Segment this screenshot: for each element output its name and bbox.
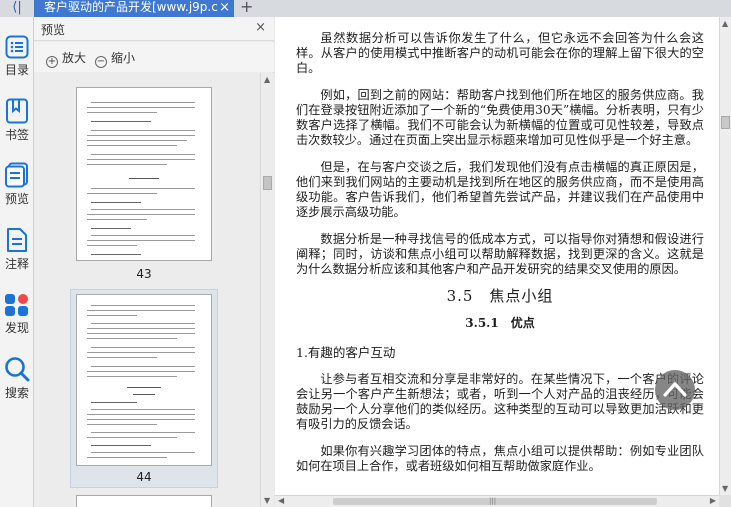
document-horizontal-scrollbar[interactable]: ◀ ||| ▶ [275, 495, 719, 507]
back-to-top-button[interactable] [655, 370, 695, 410]
toolbar-label-discover: 发现 [4, 321, 29, 335]
scroll-up-icon[interactable]: ▲ [264, 75, 270, 84]
toolbar-label-notes: 注释 [4, 257, 29, 271]
item-title: 1.有趣的客户互动 [296, 345, 396, 360]
thumbnail-page-next[interactable] [76, 495, 212, 507]
preview-panel: 预览 × + 放大 − 缩小 43 44 ▲ ▼ [34, 17, 274, 507]
tab-document[interactable]: 客户驱动的产品开发[www.j9p.c × [34, 0, 234, 17]
scroll-up-icon[interactable]: ▲ [722, 19, 728, 28]
toolbar-label-toc: 目录 [4, 63, 29, 77]
zoom-out-label: 缩小 [111, 51, 136, 65]
zoom-bar: + 放大 − 缩小 [34, 42, 274, 72]
scroll-down-icon[interactable]: ▼ [722, 484, 728, 493]
toolbar-item-bookmark[interactable]: 书签 [0, 98, 34, 143]
panel-close-icon[interactable]: × [255, 20, 266, 35]
thumbnail-page-number: 44 [136, 470, 152, 484]
paragraph: 例如，回到之前的网站：帮助客户找到他们所在地区的服务供应商。我们在登录按钮附近添… [296, 88, 704, 147]
list-icon [5, 35, 29, 59]
paragraph: 如果你有兴趣学习团体的特点，焦点小组可以提供帮助：例如专业团队如何在项目上合作，… [296, 444, 704, 473]
bookmark-icon [6, 98, 28, 124]
scroll-right-icon[interactable]: ▶ [710, 496, 716, 505]
zoom-out-icon: − [95, 56, 107, 68]
thumbnail-page-44[interactable]: 44 [70, 289, 218, 488]
toolbar-item-preview[interactable]: 预览 [0, 162, 34, 207]
paragraph: 让参与者互相交流和分享是非常好的。在某些情况下，一个客户的评论会让另一个客户产生… [296, 372, 704, 431]
left-toolbar: 目录 书签 预览 注释 发现 搜索 [0, 17, 34, 507]
thumbnail-image [76, 294, 212, 466]
preview-icon [5, 162, 28, 188]
paragraph: 虽然数据分析可以告诉你发生了什么，但它永远不会回答为什么会这样。从客户的使用模式… [296, 31, 704, 75]
zoom-out-button[interactable]: − 缩小 [95, 49, 135, 68]
document-vertical-scrollbar[interactable]: ▲ ▼ [719, 17, 731, 495]
note-icon [7, 228, 27, 252]
paragraph: 但是，在与客户交谈之后，我们发现他们没有点击横幅的真正原因是，他们来到我们网站的… [296, 160, 704, 219]
toolbar-item-notes[interactable]: 注释 [0, 227, 34, 272]
toolbar-label-bookmark: 书签 [4, 128, 29, 142]
preview-panel-title: 预览 [41, 23, 66, 37]
thumbnail-list: 43 44 [34, 73, 260, 507]
subsection-title: 3.5.1 优点 [465, 316, 535, 330]
document-view: 虽然数据分析可以告诉你发生了什么，但它永远不会回答为什么会这样。从客户的使用模式… [275, 17, 731, 507]
toolbar-item-search[interactable]: 搜索 [0, 356, 34, 401]
scrollbar-grip-icon: ||| [489, 497, 497, 505]
toolbar-item-toc[interactable]: 目录 [0, 35, 34, 78]
discover-icon [5, 294, 28, 316]
paragraph: 数据分析是一种寻找信号的低成本方式，可以指导你对猜想和假设进行阐释；同时，访谈和… [296, 232, 704, 276]
back-button[interactable]: ⟨| [0, 0, 34, 17]
thumbnail-page-number: 43 [136, 267, 152, 281]
zoom-in-icon: + [46, 56, 58, 68]
search-icon [5, 357, 30, 382]
chevron-up-icon [663, 382, 687, 397]
tab-close-icon[interactable]: × [219, 0, 230, 15]
zoom-in-label: 放大 [62, 51, 87, 65]
preview-panel-header: 预览 × [34, 17, 274, 41]
section-title: 3.5 焦点小组 [446, 287, 554, 305]
preview-scrollbar[interactable]: ▲ ▼ [260, 73, 274, 507]
thumbnail-image [76, 87, 212, 261]
document-page: 虽然数据分析可以告诉你发生了什么，但它永远不会回答为什么会这样。从客户的使用模式… [275, 17, 719, 495]
scroll-left-icon[interactable]: ◀ [278, 496, 284, 505]
scroll-down-icon[interactable]: ▼ [264, 496, 270, 505]
tab-bar: ⟨| 客户驱动的产品开发[www.j9p.c × + [0, 0, 731, 17]
toolbar-item-discover[interactable]: 发现 [0, 293, 34, 336]
thumbnail-page-43[interactable]: 43 [70, 73, 218, 287]
scrollbar-thumb[interactable] [263, 176, 272, 190]
scrollbar-thumb[interactable] [721, 116, 730, 129]
zoom-in-button[interactable]: + 放大 [46, 49, 86, 68]
tab-title: 客户驱动的产品开发[www.j9p.c [44, 0, 218, 14]
toolbar-label-preview: 预览 [4, 192, 29, 206]
page-content: 虽然数据分析可以告诉你发生了什么，但它永远不会回答为什么会这样。从客户的使用模式… [296, 31, 704, 486]
new-tab-button[interactable]: + [240, 0, 253, 15]
toolbar-label-search: 搜索 [4, 386, 29, 400]
